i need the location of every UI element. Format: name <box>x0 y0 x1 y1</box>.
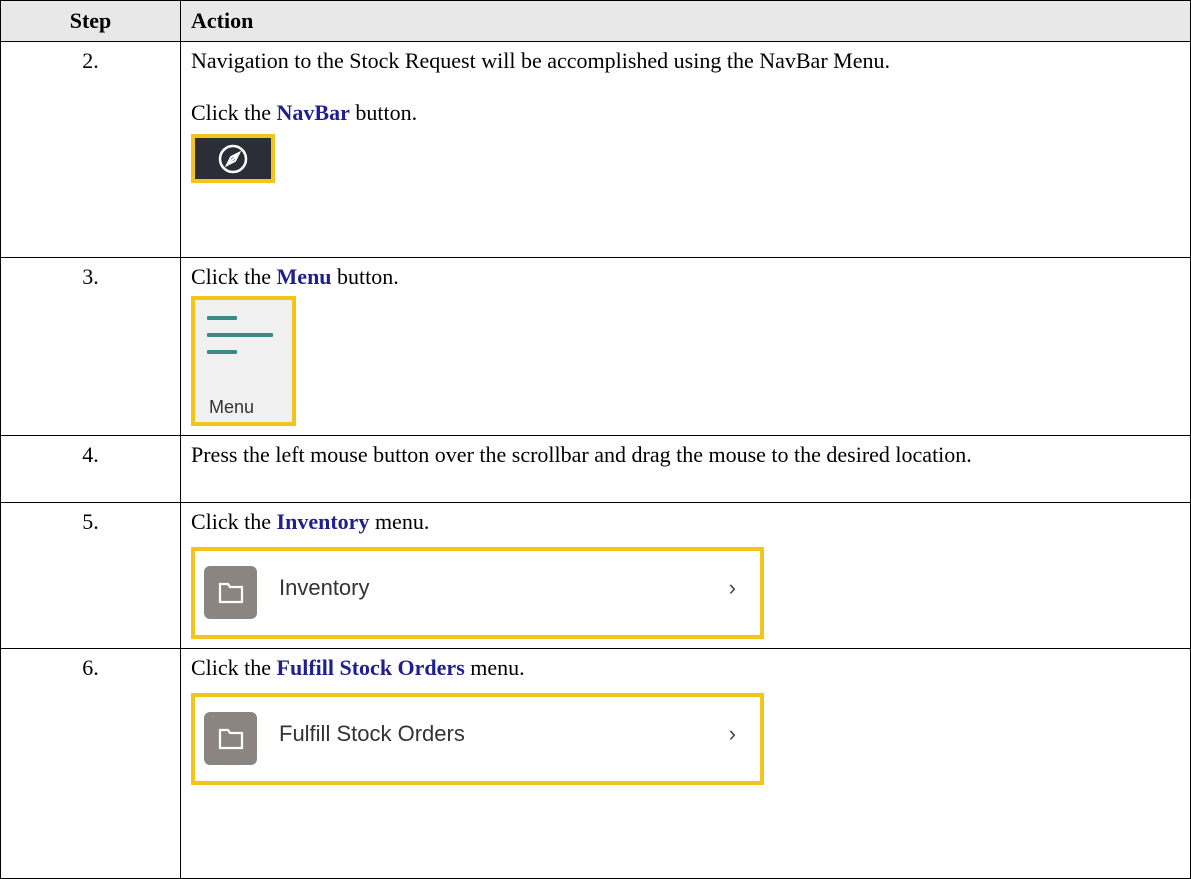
fulfill-stock-orders-menu-item-screenshot[interactable]: Fulfill Stock Orders › <box>191 693 764 785</box>
action-cell: Navigation to the Stock Request will be … <box>180 41 1191 258</box>
step-number: 2. <box>0 41 181 258</box>
instruction-text: Click the Menu button. <box>191 264 1180 290</box>
instruction-suffix: menu. <box>464 655 525 680</box>
step-number: 3. <box>0 257 181 436</box>
instruction-text: Click the Inventory menu. <box>191 509 1180 535</box>
instruction-suffix: button. <box>349 100 418 125</box>
instruction-prefix: Click the <box>191 509 277 534</box>
menu-button-label: Menu <box>209 397 255 417</box>
menu-button-screenshot[interactable]: Menu <box>191 296 296 426</box>
inventory-menu-label: Inventory <box>279 575 370 600</box>
folder-icon <box>204 566 257 619</box>
folder-icon <box>204 712 257 765</box>
step-number: 6. <box>0 648 181 879</box>
table-row: 4. Press the left mouse button over the … <box>0 435 1191 503</box>
instruction-text: Press the left mouse button over the scr… <box>191 442 972 467</box>
hamburger-menu-icon <box>207 316 273 367</box>
table-header-row: Step Action <box>0 0 1191 42</box>
step-number: 5. <box>0 502 181 649</box>
compass-icon <box>218 144 248 173</box>
table-row: 6. Click the Fulfill Stock Orders menu. … <box>0 648 1191 879</box>
navbar-button-screenshot[interactable] <box>191 134 275 183</box>
table-row: 5. Click the Inventory menu. Inventory › <box>0 502 1191 649</box>
table-row: 2. Navigation to the Stock Request will … <box>0 41 1191 258</box>
action-column-header: Action <box>180 0 1191 42</box>
step-intro-text: Navigation to the Stock Request will be … <box>191 48 890 73</box>
instruction-prefix: Click the <box>191 100 277 125</box>
action-cell: Click the Fulfill Stock Orders menu. Ful… <box>180 648 1191 879</box>
instruction-suffix: button. <box>331 264 399 289</box>
ui-element-name: Fulfill Stock Orders <box>276 655 465 680</box>
action-cell: Press the left mouse button over the scr… <box>180 435 1191 503</box>
ui-element-name: Inventory <box>276 509 370 534</box>
folder-glyph <box>218 728 243 749</box>
ui-element-name: Menu <box>276 264 332 289</box>
inventory-menu-item-screenshot[interactable]: Inventory › <box>191 547 764 639</box>
fulfill-stock-orders-menu-label: Fulfill Stock Orders <box>279 721 465 746</box>
instruction-prefix: Click the <box>191 264 277 289</box>
chevron-right-icon: › <box>728 575 736 600</box>
instruction-suffix: menu. <box>369 509 430 534</box>
navbar-button-face <box>195 138 271 179</box>
action-cell: Click the Menu button. Menu <box>180 257 1191 436</box>
folder-glyph <box>218 582 243 603</box>
ui-element-name: NavBar <box>276 100 350 125</box>
instruction-text: Click the Fulfill Stock Orders menu. <box>191 655 1180 681</box>
table-row: 3. Click the Menu button. Menu <box>0 257 1191 436</box>
procedure-table: Step Action 2. Navigation to the Stock R… <box>0 0 1191 879</box>
chevron-right-icon: › <box>728 721 736 746</box>
step-number: 4. <box>0 435 181 503</box>
action-cell: Click the Inventory menu. Inventory › <box>180 502 1191 649</box>
step-column-header: Step <box>0 0 181 42</box>
instruction-prefix: Click the <box>191 655 277 680</box>
instruction-text: Click the NavBar button. <box>191 100 1180 126</box>
